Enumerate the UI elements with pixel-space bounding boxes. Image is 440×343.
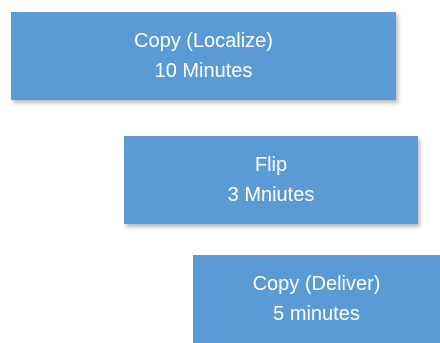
process-diagram: Copy (Localize) 10 Minutes Flip 3 Mniute…: [0, 0, 440, 343]
step-duration: 10 Minutes: [154, 60, 253, 82]
step-duration: 3 Mniutes: [227, 184, 315, 206]
step-name: Copy (Localize): [134, 30, 273, 52]
step-name: Flip: [254, 154, 288, 176]
step-name: Copy (Deliver): [252, 273, 381, 295]
step-duration: 5 minutes: [273, 303, 360, 325]
step-box-copy-deliver: Copy (Deliver) 5 minutes: [193, 255, 440, 343]
step-box-flip: Flip 3 Mniutes: [124, 136, 418, 224]
step-box-copy-localize: Copy (Localize) 10 Minutes: [11, 12, 396, 100]
